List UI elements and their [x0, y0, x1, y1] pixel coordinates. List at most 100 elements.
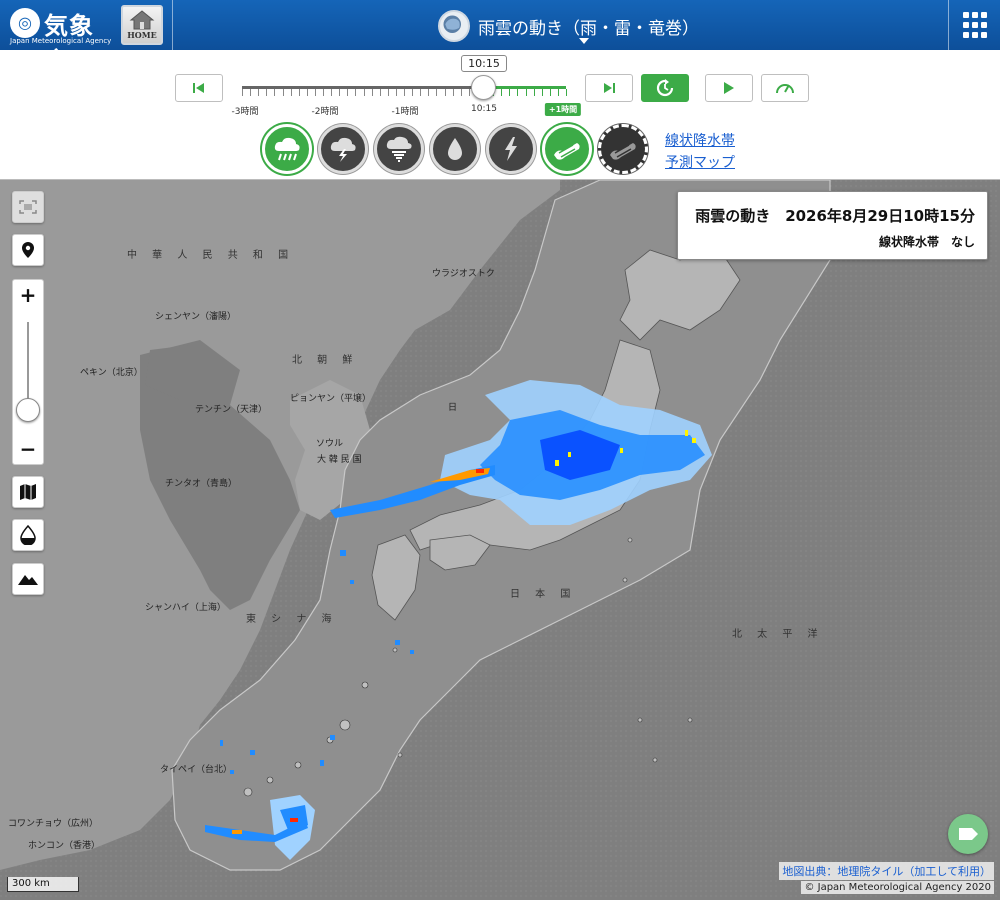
- thunder-cloud-icon: [330, 137, 356, 162]
- label-shenyang: シェンヤン（瀋陽）: [155, 312, 237, 322]
- layer-rainfall-button[interactable]: [430, 124, 480, 174]
- timeline-tick: [379, 89, 381, 96]
- tag-icon: [959, 828, 978, 840]
- timeline-tick: [314, 89, 316, 96]
- label-shanghai: シャンハイ（上海）: [145, 603, 226, 613]
- timeline-tick: [339, 89, 341, 96]
- tick-label-minus3h: -3時間: [231, 107, 259, 117]
- timeline-tick: [266, 89, 268, 96]
- attribution-source-link[interactable]: 地図出典：地理院タイル（加工して利用）: [779, 862, 994, 880]
- label-china: 中 華 人 民 共 和 国: [127, 250, 295, 261]
- label-tianjin: テンチン（天津）: [195, 405, 268, 415]
- layer-rain-cloud-button[interactable]: [262, 124, 312, 174]
- timeline-tick: [436, 89, 438, 96]
- label-vladivostok: ウラジオストク: [432, 269, 495, 279]
- zoom-in-button[interactable]: +: [13, 280, 43, 310]
- info-panel: 雨雲の動き 2026年8月29日10時15分 線状降水帯 なし: [677, 191, 988, 260]
- logo-text-en: Japan Meteorological Agency: [10, 37, 112, 45]
- label-guangzhou: コワンチョウ（広州）: [8, 819, 99, 829]
- timeline-tick: [501, 89, 503, 96]
- chevron-down-icon: [579, 38, 589, 44]
- label-pyongyang: ピョンヤン（平壌）: [290, 394, 372, 404]
- grid-menu-button[interactable]: [948, 0, 1000, 50]
- tick-label-plus1h: +1時間: [544, 103, 582, 116]
- speedometer-icon: [776, 84, 794, 94]
- timeline-tick: [557, 89, 559, 96]
- fullscreen-icon: [19, 200, 37, 214]
- layer-linear-rainband-button[interactable]: [542, 124, 592, 174]
- timeline-tick: [533, 89, 535, 96]
- timeline-tick: [404, 89, 405, 96]
- page-title: 雨雲の動き（雨・雷・竜巻）: [478, 19, 699, 39]
- label-north-korea: 北 朝 鮮: [292, 355, 359, 366]
- skip-to-end-button[interactable]: [585, 74, 633, 102]
- speed-button[interactable]: [761, 74, 809, 102]
- current-location-button[interactable]: [12, 234, 44, 266]
- mountain-icon: [18, 575, 38, 585]
- layer-forecast-rainband-button[interactable]: [598, 124, 648, 174]
- map-style-button[interactable]: [12, 476, 44, 508]
- jma-emblem-icon: ◎: [10, 8, 40, 38]
- layer-thunder-button[interactable]: [318, 124, 368, 174]
- timeline-tick: [306, 89, 308, 96]
- play-button[interactable]: [705, 74, 753, 102]
- timeline-tick: [549, 89, 551, 96]
- skip-forward-icon: [604, 83, 615, 93]
- timeline-tick: [387, 89, 389, 96]
- layer-tornado-button[interactable]: [374, 124, 424, 174]
- label-seoul: ソウル: [316, 439, 344, 449]
- current-time-bubble: 10:15: [461, 55, 507, 72]
- rain-cloud-icon: [274, 137, 300, 161]
- zoom-slider-handle[interactable]: [16, 398, 40, 422]
- zoom-control: + −: [12, 279, 44, 465]
- skip-back-icon: [193, 83, 204, 93]
- water-drop-icon: [20, 525, 36, 545]
- forecast-rainband-icon: [610, 143, 636, 160]
- timeline-tick: [444, 89, 446, 96]
- timeline-tick: [290, 89, 292, 96]
- jma-logo[interactable]: ◎ 気象庁 Japan Meteorological Agency: [8, 4, 118, 75]
- label-sea-of-japan-short: 日: [448, 403, 458, 413]
- timeline-tick: [274, 89, 276, 96]
- legend-tag-button[interactable]: [948, 814, 988, 854]
- timeline-tick: [331, 89, 333, 96]
- timeline-tick: [566, 89, 567, 96]
- linear-rainband-link[interactable]: 線状降水帯: [665, 130, 735, 150]
- label-japan: 日 本 国: [510, 589, 577, 600]
- timeline-tick: [428, 89, 430, 96]
- home-button[interactable]: HOME: [121, 5, 163, 45]
- refresh-icon: [656, 79, 674, 97]
- skip-to-start-button[interactable]: [175, 74, 223, 102]
- label-beijing: ペキン（北京）: [80, 368, 143, 378]
- tick-label-now: 10:15: [471, 104, 497, 114]
- label-hongkong: ホンコン（香港）: [28, 841, 101, 851]
- timeline-slider-handle[interactable]: [471, 75, 496, 100]
- header-divider: [172, 0, 173, 50]
- app-header: ◎ 気象庁 Japan Meteorological Agency HOME 雨…: [0, 0, 1000, 75]
- zoom-out-button[interactable]: −: [13, 434, 43, 464]
- attribution-copyright: © Japan Meteorological Agency 2020: [801, 881, 994, 894]
- scale-bar: 300 km: [7, 877, 79, 892]
- opacity-button[interactable]: [12, 519, 44, 551]
- map-icon: [20, 484, 36, 500]
- timeline-tick: [258, 89, 260, 96]
- timeline-tick: [395, 89, 397, 96]
- terrain-button[interactable]: [12, 563, 44, 595]
- timeline-tick: [412, 89, 414, 96]
- label-qingdao: チンタオ（青島）: [165, 479, 238, 489]
- location-pin-icon: [22, 242, 34, 258]
- map-attribution: 地図出典：地理院タイル（加工して利用） © Japan Meteorologic…: [762, 862, 994, 894]
- timeline-tick: [282, 89, 284, 96]
- tornado-cloud-icon: [386, 136, 412, 162]
- refresh-latest-button[interactable]: [641, 74, 689, 102]
- fit-view-button[interactable]: [12, 191, 44, 223]
- timeline-tick: [541, 89, 543, 96]
- timeline-tick: [371, 89, 373, 96]
- map-base-layer: [0, 180, 1000, 900]
- timeline-tick: [242, 89, 243, 96]
- map-view[interactable]: 中 華 人 民 共 和 国 ウラジオストク シェンヤン（瀋陽） 北 朝 鮮 ペキ…: [0, 179, 1000, 900]
- forecast-map-link[interactable]: 予測マップ: [665, 152, 735, 172]
- lightning-icon: [505, 137, 517, 161]
- layer-lightning-button[interactable]: [486, 124, 536, 174]
- rain-echo-taiwan-red: [290, 818, 298, 822]
